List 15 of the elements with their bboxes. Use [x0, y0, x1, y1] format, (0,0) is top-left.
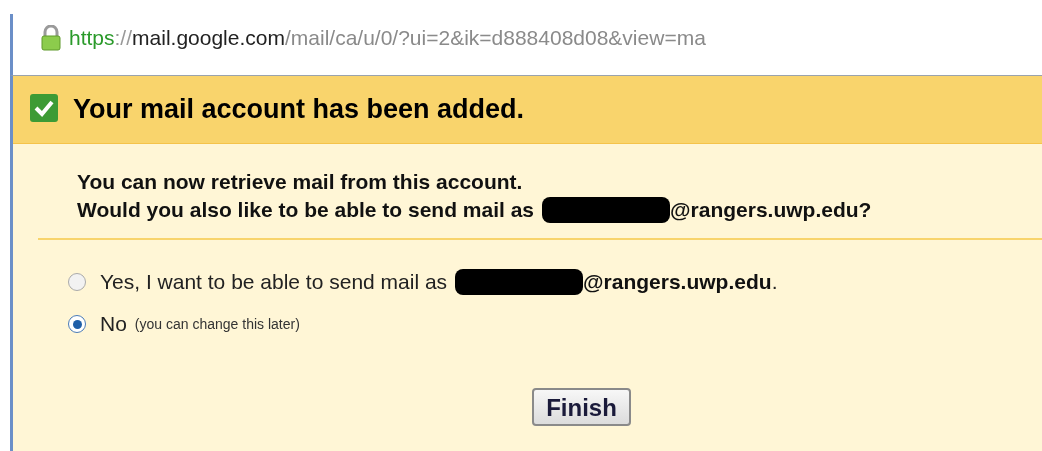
checkmark-icon [29, 92, 59, 123]
message-text: Would you also like to be able to send mail as [77, 197, 535, 223]
radio-button[interactable] [68, 273, 86, 291]
email-domain: @rangers.uwp.edu [583, 269, 772, 296]
banner-title: Your mail account has been added. [73, 93, 525, 127]
radio-button[interactable] [68, 315, 86, 333]
email-domain: @rangers.uwp.edu? [670, 197, 872, 223]
url-text[interactable]: https://mail.google.com/mail/ca/u/0/?ui=2&ik=d888408d08&view=ma [69, 21, 706, 54]
finish-button[interactable]: Finish [532, 388, 631, 426]
padlock-icon [41, 24, 61, 51]
option-label: No [100, 311, 127, 338]
option-label: Yes, I want to be able to send mail as [100, 269, 448, 296]
message-text: You can now retrieve mail from this account. [77, 169, 524, 195]
option-label-end: . [771, 269, 778, 296]
option-note: (you can change this later) [134, 314, 300, 334]
